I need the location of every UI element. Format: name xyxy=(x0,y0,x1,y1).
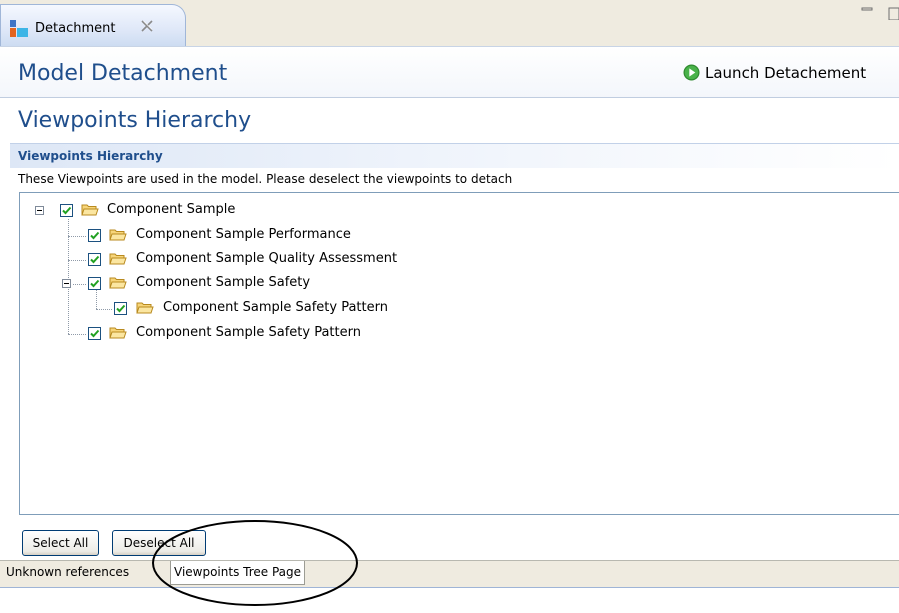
check-icon xyxy=(90,255,100,264)
tree-node-label: Component Sample Performance xyxy=(136,227,351,242)
check-icon xyxy=(90,279,100,288)
launch-detachment-label: Launch Detachement xyxy=(705,64,867,82)
tree-connector xyxy=(68,260,86,261)
collapse-toggle[interactable] xyxy=(62,279,71,288)
folder-icon xyxy=(136,302,154,314)
tree-connector xyxy=(68,334,86,335)
editor-tab-detachment[interactable]: Detachment xyxy=(0,4,186,46)
tree-connector xyxy=(96,309,112,310)
section-description: These Viewpoints are used in the model. … xyxy=(18,172,513,186)
tree-connector xyxy=(73,284,86,285)
tree-node-label: Component Sample xyxy=(107,202,236,217)
collapse-toggle[interactable] xyxy=(35,206,44,215)
tree-connector xyxy=(68,236,86,237)
close-icon[interactable] xyxy=(140,19,154,33)
folder-icon xyxy=(109,327,127,339)
header-separator xyxy=(0,97,899,98)
editor-tab-label: Detachment xyxy=(35,21,116,36)
viewpoint-checkbox[interactable] xyxy=(88,229,101,242)
viewpoint-checkbox[interactable] xyxy=(114,302,127,315)
folder-icon xyxy=(81,204,99,216)
check-icon xyxy=(90,329,100,338)
tree-node-label: Component Sample Safety Pattern xyxy=(136,325,361,340)
check-icon xyxy=(90,231,100,240)
page-tabs-bar xyxy=(0,560,899,587)
highlight-ellipse xyxy=(152,520,358,606)
tree-node-label: Component Sample Safety Pattern xyxy=(163,300,388,315)
folder-icon xyxy=(109,277,127,289)
tree-node-label: Component Sample Quality Assessment xyxy=(136,251,398,266)
check-icon xyxy=(62,206,72,215)
minimize-maximize-icon[interactable] xyxy=(860,4,899,20)
tab-unknown-references[interactable]: Unknown references xyxy=(3,561,132,585)
viewpoint-checkbox[interactable] xyxy=(88,327,101,340)
viewpoint-checkbox[interactable] xyxy=(88,253,101,266)
viewpoint-checkbox[interactable] xyxy=(60,204,73,217)
tree-connector xyxy=(96,290,97,309)
check-icon xyxy=(116,304,126,313)
form-title: Model Detachment xyxy=(18,61,228,86)
section-title: Viewpoints Hierarchy xyxy=(18,149,163,163)
select-all-button[interactable]: Select All xyxy=(22,530,99,556)
folder-icon xyxy=(109,229,127,241)
folder-icon xyxy=(109,253,127,265)
page-title: Viewpoints Hierarchy xyxy=(18,108,252,133)
run-icon xyxy=(683,64,700,81)
tree-node-label: Component Sample Safety xyxy=(136,275,311,290)
bottom-border xyxy=(0,587,899,588)
viewpoint-checkbox[interactable] xyxy=(88,277,101,290)
detachment-app-icon xyxy=(10,20,28,37)
